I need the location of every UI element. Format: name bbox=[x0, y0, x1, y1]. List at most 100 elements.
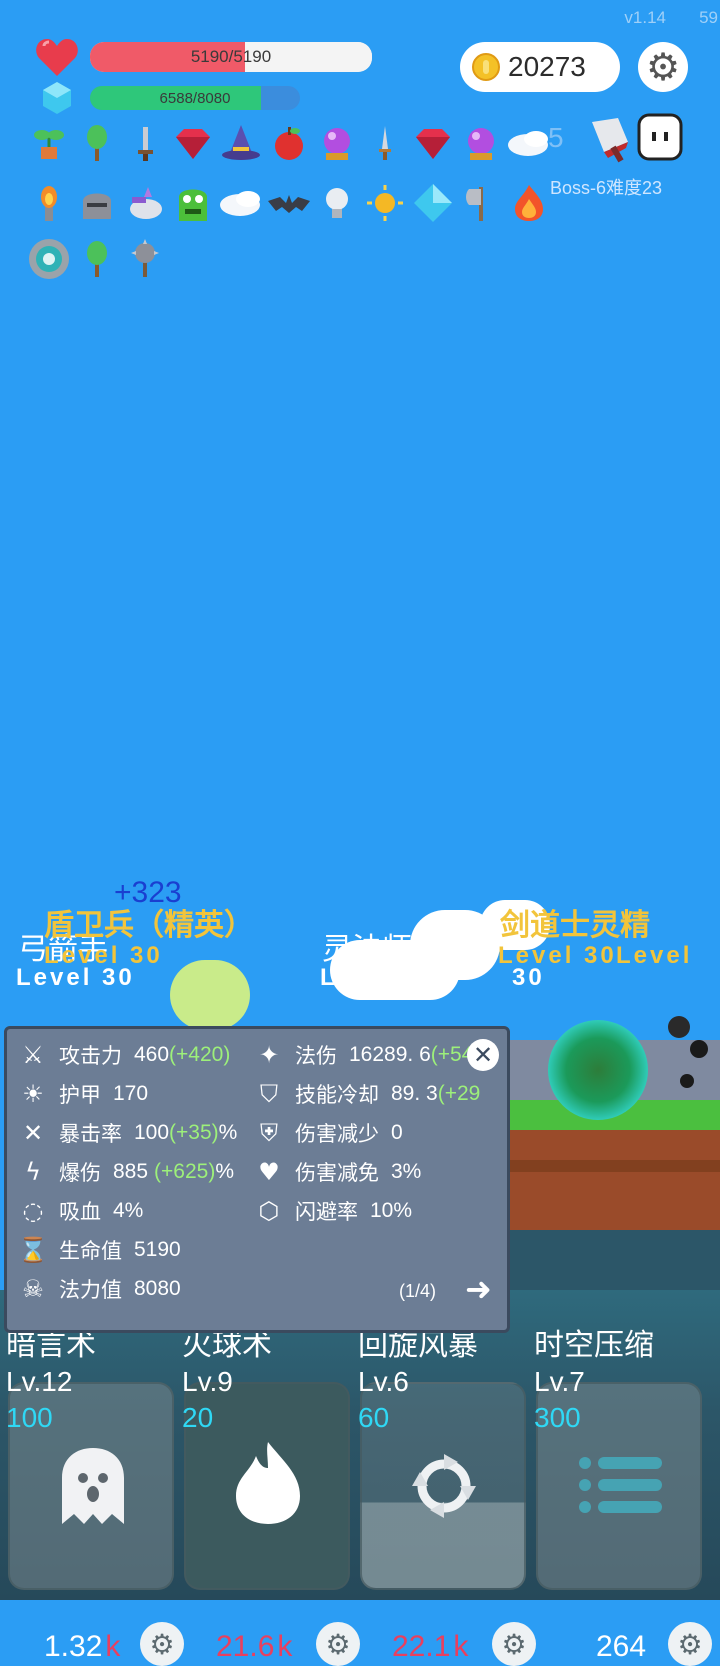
stat-dodge: ⬡ 闪避率 10% bbox=[253, 1193, 413, 1229]
settings-button[interactable]: ⚙ bbox=[638, 42, 688, 92]
coin-counter: 20273 bbox=[460, 42, 620, 92]
knight-helmet-icon[interactable] bbox=[74, 180, 120, 226]
skill-name: 时空压缩 bbox=[534, 1328, 654, 1363]
items-row-3 bbox=[26, 236, 168, 282]
skill-damage-unit: k bbox=[105, 1630, 121, 1663]
skill-level: Lv.7 bbox=[534, 1366, 585, 1397]
stat-mana: ☠ 法力值 8080 bbox=[17, 1271, 180, 1307]
fire-icon[interactable] bbox=[506, 180, 552, 226]
dark-orb bbox=[690, 1040, 708, 1058]
mp-text: 6588/8080 bbox=[159, 89, 231, 107]
gear-icon: ⚙ bbox=[501, 1627, 527, 1661]
skill-level: Lv.12 bbox=[6, 1366, 73, 1397]
ghost-mask-icon bbox=[636, 112, 684, 162]
unit-level-mage: Level bbox=[320, 964, 397, 991]
stat-magic-damage: ✦ 法伤 16289. 6 (+54 bbox=[253, 1037, 473, 1073]
coin-icon bbox=[472, 53, 500, 81]
skill-mana-cost: 100 bbox=[6, 1402, 53, 1433]
mp-bar: 6588/8080 bbox=[90, 86, 300, 110]
next-page-button[interactable]: ➜ bbox=[465, 1273, 492, 1305]
skill-damage-value: 264 bbox=[596, 1630, 647, 1663]
heart-icon: ♥ bbox=[258, 1158, 280, 1186]
boss-difficulty-label: Boss-6难度23 bbox=[550, 178, 663, 198]
skill-upgrade-button[interactable]: ⚙ bbox=[668, 1622, 712, 1666]
fps-counter: 59 bbox=[699, 8, 718, 27]
skill-damage-value: 22.1 bbox=[392, 1630, 451, 1663]
heart-icon bbox=[34, 34, 80, 80]
sword-icon[interactable] bbox=[122, 120, 168, 166]
wing-icon[interactable] bbox=[506, 120, 552, 166]
sapling-pot-icon[interactable] bbox=[26, 120, 72, 166]
skill-damage-unit: k bbox=[277, 1630, 293, 1663]
coin-value: 20273 bbox=[508, 51, 586, 82]
tree-icon[interactable] bbox=[74, 120, 120, 166]
hexagon-gem-icon: ⬡ bbox=[258, 1197, 280, 1225]
items-row-1 bbox=[26, 120, 552, 166]
ruby-icon[interactable] bbox=[170, 120, 216, 166]
diamond-icon[interactable] bbox=[410, 180, 456, 226]
shield-ring-icon[interactable] bbox=[26, 236, 72, 282]
crosshair-icon: ✕ bbox=[22, 1119, 44, 1147]
skill-upgrade-button[interactable]: ⚙ bbox=[140, 1622, 184, 1666]
axe-icon[interactable] bbox=[458, 180, 504, 226]
shield-icon: ⛉ bbox=[260, 1080, 278, 1108]
sun-icon[interactable] bbox=[362, 180, 408, 226]
lightning-icon: ϟ bbox=[25, 1158, 41, 1186]
skill-bar: 1.32 k ⚙ 暗言术 Lv.12 100 21.6 k ⚙ 火球术 Lv.9 2… bbox=[0, 1290, 720, 1666]
bat-icon[interactable] bbox=[266, 180, 312, 226]
apple-icon[interactable] bbox=[266, 120, 312, 166]
skill-mana-cost: 60 bbox=[358, 1402, 390, 1433]
wizard-hat-icon[interactable] bbox=[218, 120, 264, 166]
wing-icon[interactable] bbox=[218, 180, 264, 226]
unit-name-sword-spirit: 剑道士灵精 bbox=[500, 908, 650, 943]
skill-upgrade-button[interactable]: ⚙ bbox=[316, 1622, 360, 1666]
unit-name-elite-guard: 盾卫兵（精英） bbox=[44, 908, 254, 943]
stat-crit-damage: ϟ 爆伤 885 (+625) % bbox=[17, 1154, 234, 1190]
stat-damage-immunity: ♥ 伤害减免 3% bbox=[253, 1154, 421, 1190]
torch-icon[interactable] bbox=[26, 180, 72, 226]
skill-mana-cost: 300 bbox=[534, 1402, 581, 1433]
close-stats-button[interactable]: ✕ bbox=[467, 1039, 499, 1071]
gear-icon: ⚙ bbox=[645, 45, 681, 89]
skill-level: Lv.9 bbox=[182, 1366, 233, 1397]
hp-bar: 5190/5190 bbox=[90, 42, 372, 72]
page-indicator: (1/4) bbox=[399, 1281, 437, 1301]
skill-upgrade-button[interactable]: ⚙ bbox=[492, 1622, 536, 1666]
arrow-right-icon: ➜ bbox=[465, 1270, 492, 1308]
fireball-icon bbox=[230, 1438, 306, 1528]
crystal-ball-icon[interactable] bbox=[458, 120, 504, 166]
unicorn-icon[interactable] bbox=[122, 180, 168, 226]
gear-icon: ⚙ bbox=[149, 1627, 175, 1661]
tree-icon[interactable] bbox=[74, 236, 120, 282]
skill-level: Lv.6 bbox=[358, 1366, 409, 1397]
items-row-2 bbox=[26, 180, 552, 226]
ghost-icon bbox=[56, 1444, 130, 1528]
stat-lifesteal: ◌ 吸血 4% bbox=[17, 1193, 144, 1229]
crystal-ball-icon[interactable] bbox=[314, 120, 360, 166]
hp-text: 5190/5190 bbox=[190, 47, 272, 66]
dark-orb bbox=[680, 1074, 694, 1088]
stat-damage-reduction: ⛨ 伤害减少 0 bbox=[253, 1115, 403, 1151]
gear-icon: ⚙ bbox=[325, 1627, 351, 1661]
unit-level-overlap: Level bbox=[616, 942, 693, 969]
smoke-cloud bbox=[170, 960, 250, 1030]
stat-crit-rate: ✕ 暴击率 100 (+35) % bbox=[17, 1115, 237, 1151]
spiked-mace-icon[interactable] bbox=[122, 236, 168, 282]
skill-damage-value: 21.6 bbox=[216, 1630, 275, 1663]
green-monster-icon[interactable] bbox=[170, 180, 216, 226]
sun-icon: ☀ bbox=[22, 1080, 44, 1108]
boss-wave-number: 5 bbox=[548, 122, 564, 153]
lifesteal-icon: ◌ bbox=[22, 1197, 44, 1225]
lightbulb-icon[interactable] bbox=[314, 180, 360, 226]
skill-mana-cost: 20 bbox=[182, 1402, 214, 1433]
skill-damage-unit: k bbox=[453, 1630, 469, 1663]
stats-panel: ⚔ 攻击力 460 (+420) ☀ 护甲 170 ✕ 暴击率 100 (+35… bbox=[4, 1026, 510, 1333]
dark-orb bbox=[668, 1016, 690, 1038]
dagger-icon[interactable] bbox=[362, 120, 408, 166]
ruby-icon[interactable] bbox=[410, 120, 456, 166]
hourglass-icon: ⌛ bbox=[18, 1236, 48, 1264]
list-icon bbox=[578, 1456, 664, 1514]
mana-crystal-icon bbox=[40, 80, 74, 116]
stat-health: ⌛ 生命值 5190 bbox=[18, 1236, 181, 1264]
axe-icon: ⚔ bbox=[22, 1041, 44, 1069]
